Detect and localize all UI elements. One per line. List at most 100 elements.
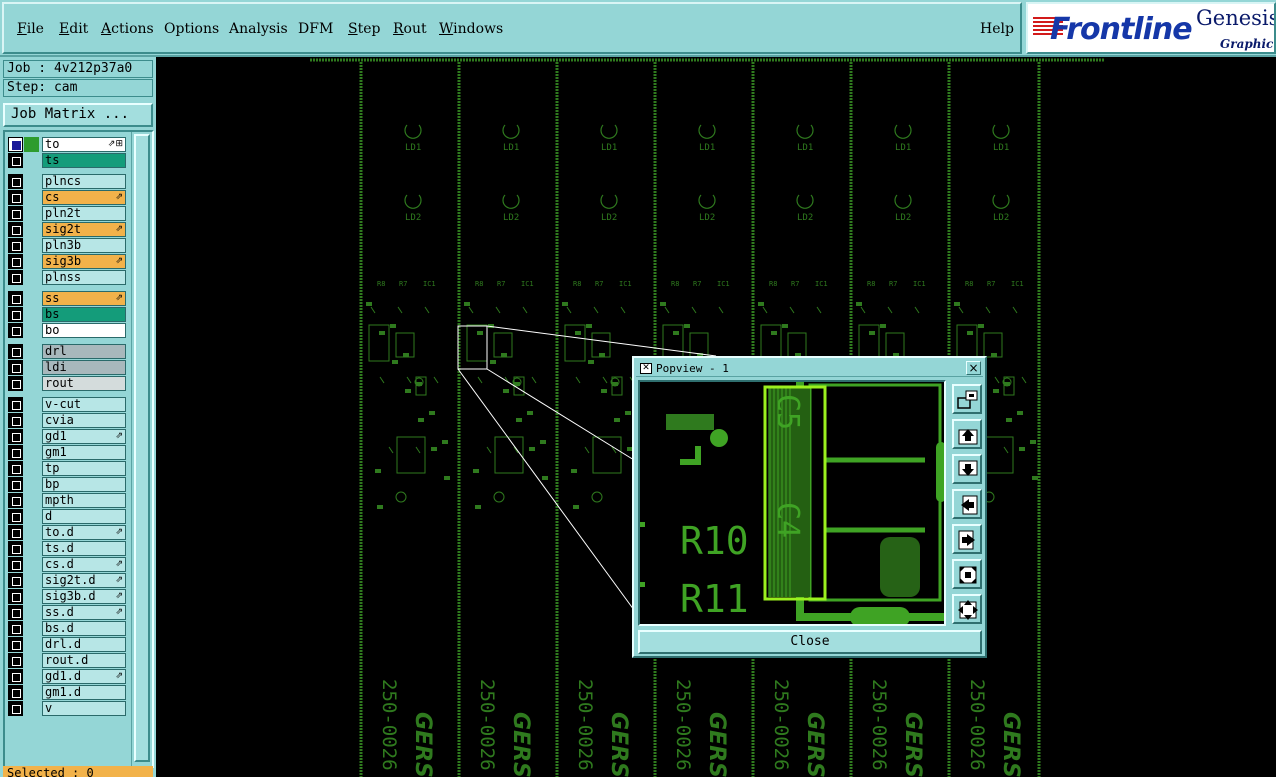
layer-row-bp[interactable]: bp (8, 477, 130, 492)
layer-name[interactable]: gm1 (42, 445, 126, 460)
layer-name[interactable]: rout.d (42, 653, 126, 668)
menu-rout[interactable]: Rout (393, 21, 427, 37)
layer-row-to[interactable]: to ⇗⊞ (8, 137, 130, 152)
layer-row-to.d[interactable]: to.d ⇗ (8, 525, 130, 540)
layer-row-sig2t.d[interactable]: sig2t.d ⇗ (8, 573, 130, 588)
layer-checkbox[interactable] (8, 238, 23, 253)
layer-name[interactable]: plncs (42, 174, 126, 189)
job-matrix-button[interactable]: Job Matrix ... (3, 103, 153, 127)
pan-right-icon[interactable] (952, 524, 982, 554)
layer-row-rout.d[interactable]: rout.d (8, 653, 130, 668)
layer-row-v-cut[interactable]: v-cut (8, 397, 130, 412)
menu-windows[interactable]: Windows (439, 21, 503, 37)
layer-checkbox[interactable] (8, 589, 23, 604)
layer-checkbox[interactable] (8, 270, 23, 285)
layer-row-gd1.d[interactable]: gd1.d ⇗ (8, 669, 130, 684)
layer-name[interactable]: sig3b.d ⇗ (42, 589, 126, 604)
layer-name[interactable]: drl.d (42, 637, 126, 652)
layer-checkbox[interactable] (8, 525, 23, 540)
layer-row-ts.d[interactable]: ts.d (8, 541, 130, 556)
zoom-out-icon[interactable] (952, 594, 982, 624)
layer-row-sig3b.d[interactable]: sig3b.d ⇗ (8, 589, 130, 604)
layer-checkbox[interactable] (8, 477, 23, 492)
layer-row-gm1[interactable]: gm1 (8, 445, 130, 460)
layer-checkbox[interactable] (8, 291, 23, 306)
layer-name[interactable]: v-cut (42, 397, 126, 412)
layer-name[interactable]: v (42, 701, 126, 716)
menu-options[interactable]: Options (164, 21, 219, 37)
layer-name[interactable]: pln3b (42, 238, 126, 253)
popview-titlebar[interactable]: ✕ Popview - 1 × (636, 360, 983, 377)
layer-row-drl.d[interactable]: drl.d (8, 637, 130, 652)
menu-help[interactable]: Help (980, 21, 1014, 37)
layer-row-tp[interactable]: tp (8, 461, 130, 476)
layer-checkbox[interactable] (8, 621, 23, 636)
layer-checkbox[interactable] (8, 376, 23, 391)
layer-checkbox[interactable] (8, 344, 23, 359)
layer-name[interactable]: sig2t ⇗ (42, 222, 126, 237)
layer-name[interactable]: pln2t (42, 206, 126, 221)
layer-row-rout[interactable]: rout (8, 376, 130, 391)
layer-checkbox[interactable] (8, 413, 23, 428)
layer-row-ts[interactable]: ts (8, 153, 130, 168)
layer-scrollbar[interactable] (131, 132, 152, 766)
menu-actions[interactable]: Actions (101, 21, 154, 37)
layer-checkbox[interactable] (8, 307, 23, 322)
pan-left-icon[interactable] (952, 489, 982, 519)
layer-checkbox[interactable] (8, 360, 23, 375)
layer-scrollbar-thumb[interactable] (134, 134, 150, 762)
layer-row-pln2t[interactable]: pln2t (8, 206, 130, 221)
layer-name[interactable]: ts.d (42, 541, 126, 556)
layer-name[interactable]: cs ⇗ (42, 190, 126, 205)
layer-checkbox[interactable] (8, 637, 23, 652)
layer-checkbox[interactable] (8, 493, 23, 508)
layer-row-sig3b[interactable]: sig3b ⇗ (8, 254, 130, 269)
menu-analysis[interactable]: Analysis (229, 21, 288, 37)
layer-color-swatch[interactable] (24, 137, 39, 152)
layer-name[interactable]: drl (42, 344, 126, 359)
layer-checkbox[interactable] (8, 323, 23, 338)
layer-row-bo[interactable]: bo (8, 323, 130, 338)
layer-name[interactable]: sig2t.d ⇗ (42, 573, 126, 588)
layer-checkbox[interactable] (8, 206, 23, 221)
layer-name[interactable]: rout (42, 376, 126, 391)
layer-name[interactable]: ts (42, 153, 126, 168)
layer-row-v[interactable]: v (8, 701, 130, 716)
layer-checkbox[interactable] (8, 397, 23, 412)
layer-checkbox[interactable] (8, 153, 23, 168)
layer-name[interactable]: ldi (42, 360, 126, 375)
pan-up-icon[interactable] (952, 419, 982, 449)
layer-checkbox[interactable] (8, 429, 23, 444)
layer-name[interactable]: tp (42, 461, 126, 476)
layer-row-cs.d[interactable]: cs.d ⇗ (8, 557, 130, 572)
layer-name[interactable]: gd1.d ⇗ (42, 669, 126, 684)
layer-row-gd1[interactable]: gd1 ⇗ (8, 429, 130, 444)
layer-row-d[interactable]: d (8, 509, 130, 524)
menu-step[interactable]: Step (348, 21, 380, 37)
layer-row-plncs[interactable]: plncs (8, 174, 130, 189)
layer-name[interactable]: to ⇗⊞ (42, 137, 126, 152)
popview-zoom-view[interactable]: R10 R11 C5 C4 (638, 380, 946, 626)
pan-down-icon[interactable] (952, 454, 982, 484)
layer-name[interactable]: bp (42, 477, 126, 492)
layer-checkbox[interactable] (8, 605, 23, 620)
menu-file[interactable]: File (17, 21, 44, 37)
layer-checkbox[interactable] (8, 541, 23, 556)
menu-edit[interactable]: Edit (59, 21, 88, 37)
layer-name[interactable]: cs.d ⇗ (42, 557, 126, 572)
layer-name[interactable]: sig3b ⇗ (42, 254, 126, 269)
window-menu-icon[interactable]: ✕ (640, 363, 652, 374)
layer-row-drl[interactable]: drl (8, 344, 130, 359)
layer-name[interactable]: cvia (42, 413, 126, 428)
layer-checkbox[interactable] (8, 222, 23, 237)
layer-checkbox[interactable] (8, 509, 23, 524)
zoom-in-icon[interactable] (952, 559, 982, 589)
layer-row-cvia[interactable]: cvia (8, 413, 130, 428)
layer-name[interactable]: gd1 ⇗ (42, 429, 126, 444)
layer-checkbox[interactable] (8, 190, 23, 205)
layer-name[interactable]: bs (42, 307, 126, 322)
layer-checkbox[interactable] (8, 557, 23, 572)
layer-name[interactable]: plnss (42, 270, 126, 285)
layer-checkbox[interactable] (8, 573, 23, 588)
layer-row-sig2t[interactable]: sig2t ⇗ (8, 222, 130, 237)
